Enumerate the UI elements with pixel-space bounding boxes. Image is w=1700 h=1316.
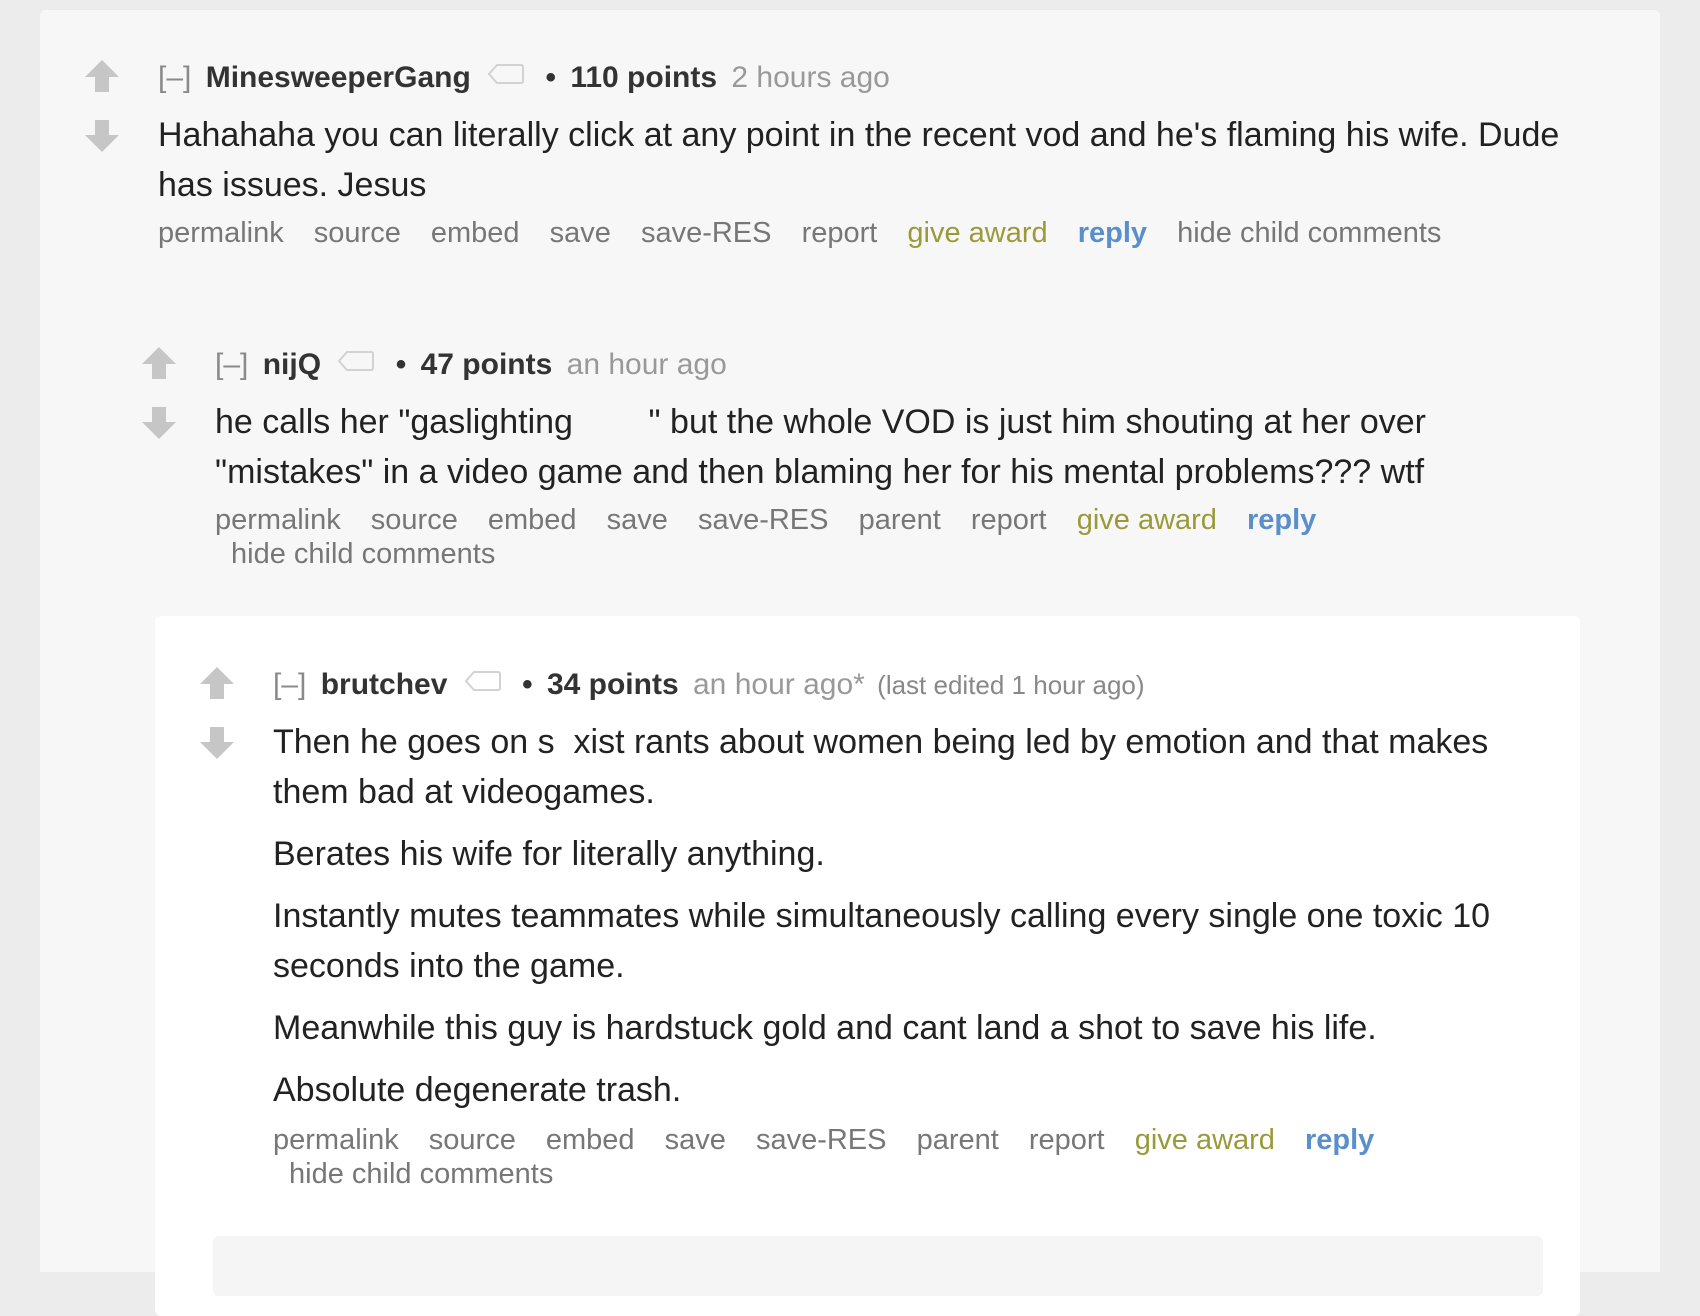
comment-paragraph: Absolute degenerate trash. xyxy=(273,1071,682,1109)
comment-paragraph: Hahahaha you can literally click at any … xyxy=(158,116,1560,204)
embed-link[interactable]: embed xyxy=(546,1124,635,1156)
source-link[interactable]: source xyxy=(371,504,458,536)
save-link[interactable]: save xyxy=(550,217,611,249)
score: 34 points xyxy=(546,667,679,701)
vote-column xyxy=(82,56,130,156)
tagline: [–] brutchev • 34 points an hour ago* (l… xyxy=(273,663,1563,709)
comment-body: Then he goes on s xist rants about women… xyxy=(273,717,1563,1115)
comment-entry: [–] brutchev • 34 points an hour ago* (l… xyxy=(273,663,1563,1191)
comment-thread: [–] MinesweeperGang • 110 points 2 hours… xyxy=(40,10,1660,1316)
parent-link[interactable]: parent xyxy=(859,504,941,536)
upvote-arrow-icon[interactable] xyxy=(139,343,179,383)
comment-paragraph: Then he goes on s xist rants about women… xyxy=(273,723,1498,811)
comment-body: Hahahaha you can literally click at any … xyxy=(158,110,1588,210)
save-link[interactable]: save xyxy=(607,504,668,536)
embed-link[interactable]: embed xyxy=(431,217,520,249)
collapse-toggle[interactable]: [–] xyxy=(158,61,191,94)
permalink-link[interactable]: permalink xyxy=(273,1124,399,1156)
report-link[interactable]: report xyxy=(1029,1124,1105,1156)
give-award-link[interactable]: give award xyxy=(1077,504,1217,536)
tagline: [–] MinesweeperGang • 110 points 2 hours… xyxy=(158,56,1588,102)
upvote-arrow-icon[interactable] xyxy=(197,663,237,703)
comment-paragraph: he calls her "gaslighting " but the whol… xyxy=(215,403,1436,491)
embed-link[interactable]: embed xyxy=(488,504,577,536)
upvote-arrow-icon[interactable] xyxy=(82,56,122,96)
downvote-arrow-icon[interactable] xyxy=(139,403,179,443)
vote-column xyxy=(139,343,187,443)
report-link[interactable]: report xyxy=(802,217,878,249)
edited-note: (last edited 1 hour ago) xyxy=(877,669,1145,700)
author-link[interactable]: brutchev xyxy=(321,668,448,701)
timestamp: 2 hours ago xyxy=(731,60,890,94)
timestamp: an hour ago xyxy=(566,347,727,381)
permalink-link[interactable]: permalink xyxy=(215,504,341,536)
comment-actions: permalink source embed save save-RES rep… xyxy=(158,216,1588,250)
author-link[interactable]: nijQ xyxy=(263,348,321,381)
tagline: [–] nijQ • 47 points an hour ago xyxy=(215,343,1505,389)
give-award-link[interactable]: give award xyxy=(1135,1124,1275,1156)
comment-actions: permalink source embed save save-RES par… xyxy=(273,1123,1423,1191)
collapse-toggle[interactable]: [–] xyxy=(273,668,306,701)
timestamp: an hour ago* xyxy=(693,667,865,701)
parent-link[interactable]: parent xyxy=(917,1124,999,1156)
reply-link[interactable]: reply xyxy=(1247,504,1316,536)
hide-child-comments-link[interactable]: hide child comments xyxy=(231,538,495,570)
separator-dot: • xyxy=(395,347,407,381)
source-link[interactable]: source xyxy=(429,1124,516,1156)
separator-dot: • xyxy=(545,60,556,94)
comment-entry: [–] MinesweeperGang • 110 points 2 hours… xyxy=(158,56,1588,250)
reply-link[interactable]: reply xyxy=(1305,1124,1374,1156)
permalink-link[interactable]: permalink xyxy=(158,217,284,249)
comment-paragraph: Meanwhile this guy is hardstuck gold and… xyxy=(273,1009,1377,1047)
reply-link[interactable]: reply xyxy=(1078,217,1147,249)
downvote-arrow-icon[interactable] xyxy=(82,116,122,156)
comment-entry: [–] nijQ • 47 points an hour ago he call… xyxy=(215,343,1505,571)
report-link[interactable]: report xyxy=(971,504,1047,536)
flair-tag-icon[interactable] xyxy=(487,56,525,96)
comment-body: he calls her "gaslighting " but the whol… xyxy=(215,397,1505,497)
hide-child-comments-link[interactable]: hide child comments xyxy=(1177,217,1441,249)
score: 47 points xyxy=(420,347,553,381)
save-res-link[interactable]: save-RES xyxy=(756,1124,887,1156)
score: 110 points xyxy=(570,60,718,94)
flair-tag-icon[interactable] xyxy=(464,663,502,703)
collapse-toggle[interactable]: [–] xyxy=(215,348,248,381)
comment-actions: permalink source embed save save-RES par… xyxy=(215,503,1365,571)
separator-dot: • xyxy=(522,667,533,701)
save-link[interactable]: save xyxy=(665,1124,726,1156)
nested-child-comment-box xyxy=(213,1236,1543,1296)
flair-tag-icon[interactable] xyxy=(337,343,375,383)
author-link[interactable]: MinesweeperGang xyxy=(206,61,471,94)
downvote-arrow-icon[interactable] xyxy=(197,723,237,763)
vote-column xyxy=(197,663,245,763)
give-award-link[interactable]: give award xyxy=(907,217,1047,249)
save-res-link[interactable]: save-RES xyxy=(698,504,829,536)
comment-paragraph: Berates his wife for literally anything. xyxy=(273,835,825,873)
comment-paragraph: Instantly mutes teammates while simultan… xyxy=(273,897,1491,985)
save-res-link[interactable]: save-RES xyxy=(641,217,772,249)
source-link[interactable]: source xyxy=(314,217,401,249)
hide-child-comments-link[interactable]: hide child comments xyxy=(289,1158,553,1190)
